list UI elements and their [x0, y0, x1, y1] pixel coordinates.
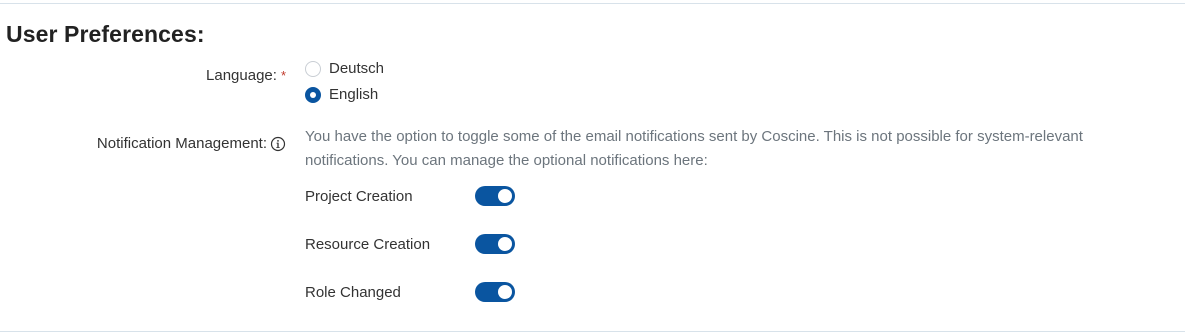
toggle-knob — [498, 285, 512, 299]
section-title: User Preferences: — [6, 21, 205, 47]
language-option-label: English — [329, 86, 379, 103]
required-marker: * — [280, 68, 286, 83]
top-divider — [0, 3, 1185, 4]
toggle-knob — [498, 189, 512, 203]
language-option-deutsch[interactable]: Deutsch — [305, 60, 384, 77]
language-option-english[interactable]: English — [305, 86, 378, 103]
language-option-label: Deutsch — [329, 60, 385, 77]
language-label: Language: * — [206, 67, 286, 84]
toggle-label: Resource Creation — [305, 235, 431, 253]
user-preferences-panel: User Preferences: Language: * Deutsch Eng… — [0, 0, 1192, 336]
toggle-knob — [498, 237, 512, 251]
toggle-row-resource-creation: Resource Creation — [305, 232, 525, 256]
notification-description: You have the option to toggle some of th… — [305, 128, 1083, 169]
radio-deutsch[interactable] — [305, 60, 321, 77]
radio-english[interactable] — [305, 86, 321, 103]
toggle-label: Project Creation — [305, 187, 413, 205]
toggle-label: Role Changed — [305, 283, 401, 301]
toggle-row-project-creation: Project Creation — [305, 184, 525, 208]
resource-creation-toggle[interactable] — [475, 234, 515, 254]
notification-management-label-text: Notification Management: — [96, 135, 267, 152]
role-changed-toggle[interactable] — [475, 282, 515, 302]
toggle-row-role-changed: Role Changed — [305, 280, 525, 304]
project-creation-toggle[interactable] — [475, 186, 515, 206]
notification-management-label: Notification Management: — [97, 135, 286, 152]
bottom-divider — [0, 331, 1185, 332]
language-label-text: Language: — [206, 67, 277, 84]
info-circle-icon[interactable] — [270, 136, 286, 152]
